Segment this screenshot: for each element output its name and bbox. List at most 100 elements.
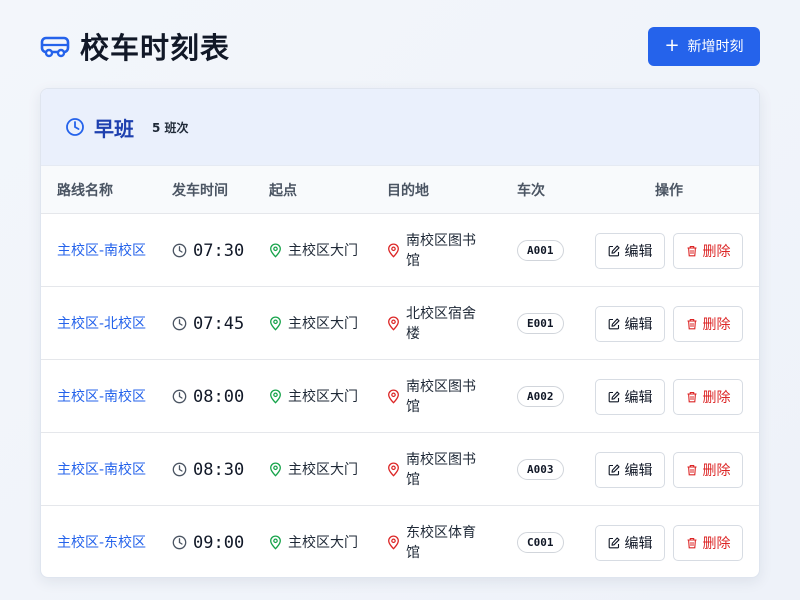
start-location: 主校区大门	[269, 506, 359, 577]
route-link[interactable]: 主校区-东校区	[57, 506, 147, 577]
start-name: 主校区大门	[288, 242, 358, 259]
start-name: 主校区大门	[288, 461, 358, 478]
destination-name: 东校区体育馆	[406, 524, 476, 561]
delete-button[interactable]: 删除	[673, 451, 743, 488]
trash-icon	[687, 537, 696, 548]
code-badge: A003	[517, 459, 564, 480]
clock-icon	[172, 243, 187, 258]
edit-button[interactable]: 编辑	[595, 232, 665, 269]
route-link[interactable]: 主校区-南校区	[57, 360, 147, 433]
destination-location: 南校区图书馆	[387, 214, 487, 287]
header-start: 起点	[269, 182, 297, 199]
clock-icon	[172, 316, 187, 331]
destination-name: 南校区图书馆	[406, 378, 476, 415]
edit-label: 编辑	[624, 462, 653, 479]
edit-button[interactable]: 编辑	[595, 305, 665, 342]
shift-count: 5 班次	[152, 120, 189, 135]
map-pin-icon	[388, 316, 399, 331]
map-pin-icon	[270, 389, 281, 404]
edit-button[interactable]: 编辑	[595, 451, 665, 488]
edit-button[interactable]: 编辑	[595, 524, 665, 561]
start-location: 主校区大门	[269, 214, 359, 287]
delete-label: 删除	[702, 316, 731, 333]
table-row: 主校区-南校区 08:00 主校区大门 南校区图书馆 A002 编辑 删除	[41, 360, 759, 433]
departure-time: 08:00	[172, 360, 244, 433]
trash-icon	[687, 318, 696, 329]
delete-label: 删除	[702, 389, 731, 406]
title-group: 校车时刻表	[40, 25, 230, 67]
header-actions: 操作	[655, 182, 683, 199]
departure-time: 08:30	[172, 433, 244, 506]
code-badge: C001	[517, 532, 564, 553]
map-pin-icon	[388, 243, 399, 258]
start-location: 主校区大门	[269, 433, 359, 506]
destination-name: 南校区图书馆	[406, 451, 476, 488]
shift-header: 早班 5 班次	[41, 89, 759, 166]
map-pin-icon	[270, 535, 281, 550]
row-actions: 编辑 删除	[595, 287, 743, 360]
edit-icon	[608, 390, 620, 402]
plus-icon: +	[664, 35, 680, 56]
destination-name: 北校区宿舍楼	[406, 305, 476, 342]
code-badge: A002	[517, 386, 564, 407]
bus-code: A001	[517, 214, 564, 287]
map-pin-icon	[270, 316, 281, 331]
table-row: 主校区-东校区 09:00 主校区大门 东校区体育馆 C001 编辑 删除	[41, 506, 759, 577]
code-badge: A001	[517, 240, 564, 261]
bus-code: A002	[517, 360, 564, 433]
header-time: 发车时间	[172, 182, 228, 199]
route-link[interactable]: 主校区-南校区	[57, 433, 147, 506]
start-location: 主校区大门	[269, 287, 359, 360]
delete-button[interactable]: 删除	[673, 524, 743, 561]
trash-icon	[687, 391, 696, 402]
departure-time: 07:30	[172, 214, 244, 287]
destination-location: 南校区图书馆	[387, 433, 487, 506]
route-name: 主校区-南校区	[57, 388, 147, 405]
destination-location: 北校区宿舍楼	[387, 287, 487, 360]
row-actions: 编辑 删除	[595, 506, 743, 577]
edit-label: 编辑	[624, 243, 653, 260]
route-link[interactable]: 主校区-南校区	[57, 214, 147, 287]
header-code: 车次	[517, 182, 545, 199]
delete-button[interactable]: 删除	[673, 232, 743, 269]
departure-time: 09:00	[172, 506, 245, 577]
trash-icon	[687, 464, 696, 475]
edit-icon	[608, 244, 620, 256]
trash-icon	[687, 245, 696, 256]
time-value: 08:00	[193, 386, 245, 407]
edit-icon	[608, 536, 620, 548]
bus-code: E001	[517, 287, 564, 360]
route-link[interactable]: 主校区-北校区	[57, 287, 147, 360]
bus-code: C001	[517, 506, 564, 577]
destination-location: 南校区图书馆	[387, 360, 487, 433]
clock-icon	[172, 462, 187, 477]
edit-label: 编辑	[624, 389, 653, 406]
edit-label: 编辑	[624, 316, 653, 333]
time-value: 08:30	[193, 459, 245, 480]
edit-button[interactable]: 编辑	[595, 378, 665, 415]
table-row: 主校区-北校区 07:45 主校区大门 北校区宿舍楼 E001 编辑 删除	[41, 287, 759, 360]
clock-icon	[172, 535, 187, 550]
start-name: 主校区大门	[288, 534, 358, 551]
route-name: 主校区-北校区	[57, 315, 147, 332]
table-row: 主校区-南校区 08:30 主校区大门 南校区图书馆 A003 编辑 删除	[41, 433, 759, 506]
edit-label: 编辑	[624, 535, 653, 552]
bus-code: A003	[517, 433, 564, 506]
time-value: 09:00	[193, 532, 245, 553]
start-location: 主校区大门	[269, 360, 359, 433]
edit-icon	[608, 463, 620, 475]
start-name: 主校区大门	[288, 388, 358, 405]
time-value: 07:30	[193, 240, 245, 261]
header-route: 路线名称	[57, 182, 113, 199]
map-pin-icon	[388, 462, 399, 477]
table-body: 主校区-南校区 07:30 主校区大门 南校区图书馆 A001 编辑 删除 主校…	[41, 214, 759, 577]
bus-icon	[40, 31, 70, 61]
delete-button[interactable]: 删除	[673, 305, 743, 342]
add-schedule-label: 新增时刻	[687, 39, 744, 55]
row-actions: 编辑 删除	[595, 360, 743, 433]
delete-button[interactable]: 删除	[673, 378, 743, 415]
add-schedule-button[interactable]: + 新增时刻	[648, 26, 760, 66]
route-name: 主校区-东校区	[57, 534, 147, 551]
route-name: 主校区-南校区	[57, 461, 147, 478]
map-pin-icon	[388, 535, 399, 550]
